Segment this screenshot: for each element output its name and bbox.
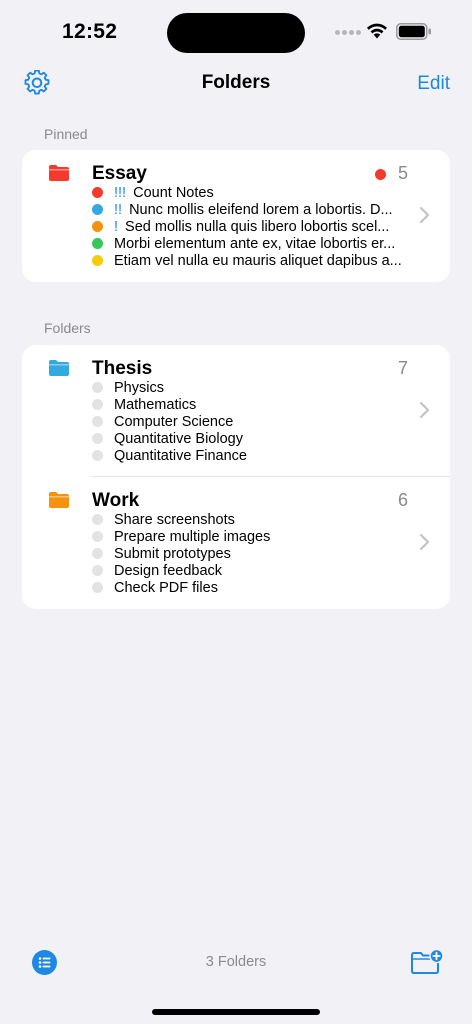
- note-title: Submit prototypes: [114, 545, 231, 562]
- status-time: 12:52: [62, 20, 118, 43]
- status-dot: [92, 221, 103, 232]
- section-header-pinned: Pinned: [44, 126, 88, 142]
- status-dot: [92, 514, 103, 525]
- note-title: Sed mollis nulla quis libero lobortis sc…: [125, 218, 390, 235]
- new-folder-icon[interactable]: [410, 948, 444, 976]
- folder-icon: [49, 492, 69, 508]
- note-title: Quantitative Biology: [114, 430, 243, 447]
- priority-marker: !: [114, 218, 119, 235]
- folders-card: Thesis 7 Physics Mathematics Computer Sc…: [22, 345, 450, 609]
- note-title: Nunc mollis eleifend lorem a lobortis. D…: [129, 201, 393, 218]
- status-dot: [92, 531, 103, 542]
- status-dot: [92, 548, 103, 559]
- list-item: ! Sed mollis nulla quis libero lobortis …: [92, 218, 408, 235]
- list-item: Share screenshots: [92, 511, 408, 528]
- list-item: Physics: [92, 379, 408, 396]
- note-list: Physics Mathematics Computer Science Qua…: [92, 379, 408, 464]
- status-dot: [92, 187, 103, 198]
- folder-count: 6: [397, 490, 408, 510]
- edit-button[interactable]: Edit: [417, 73, 450, 95]
- folder-row-thesis[interactable]: Thesis 7 Physics Mathematics Computer Sc…: [22, 345, 450, 477]
- pinned-card: Essay 5 !!! Count Notes !! Nunc mollis e…: [22, 150, 450, 282]
- page-title: Folders: [201, 72, 271, 93]
- status-dot: [92, 565, 103, 576]
- folder-name: Work: [92, 490, 140, 511]
- folder-row-essay[interactable]: Essay 5 !!! Count Notes !! Nunc mollis e…: [22, 150, 450, 282]
- note-title: Etiam vel nulla eu mauris aliquet dapibu…: [114, 252, 402, 269]
- status-dot: [92, 238, 103, 249]
- note-title: Check PDF files: [114, 579, 218, 596]
- list-item: Quantitative Biology: [92, 430, 408, 447]
- note-title: Quantitative Finance: [114, 447, 247, 464]
- folder-icon: [49, 360, 69, 376]
- folder-name: Essay: [92, 163, 147, 184]
- section-header-folders: Folders: [44, 320, 91, 336]
- flag-indicator: [375, 169, 386, 180]
- dynamic-island: [167, 13, 305, 53]
- cellular-signal-icon: [335, 30, 361, 35]
- folder-name: Thesis: [92, 358, 153, 379]
- chevron-right-icon: [419, 206, 430, 224]
- folder-icon: [49, 165, 69, 181]
- list-item: Prepare multiple images: [92, 528, 408, 545]
- list-item: Mathematics: [92, 396, 408, 413]
- note-title: Physics: [114, 379, 164, 396]
- priority-marker: !!!: [114, 184, 127, 201]
- note-title: Computer Science: [114, 413, 234, 430]
- folder-row-work[interactable]: Work 6 Share screenshots Prepare multipl…: [22, 477, 450, 609]
- folder-count: 5: [397, 163, 408, 183]
- list-item: Design feedback: [92, 562, 408, 579]
- note-title: Morbi elementum ante ex, vitae lobortis …: [114, 235, 396, 252]
- folder-count-label: 3 Folders: [205, 954, 267, 970]
- status-dot: [92, 416, 103, 427]
- note-title: Design feedback: [114, 562, 223, 579]
- status-dot: [92, 582, 103, 593]
- navigation-bar: Folders Edit: [0, 64, 472, 104]
- note-title: Prepare multiple images: [114, 528, 271, 545]
- status-dot: [92, 399, 103, 410]
- status-dot: [92, 382, 103, 393]
- chevron-right-icon: [419, 533, 430, 551]
- list-item: !!! Count Notes: [92, 184, 408, 201]
- status-dot: [92, 204, 103, 215]
- list-item: Quantitative Finance: [92, 447, 408, 464]
- note-title: Count Notes: [133, 184, 214, 201]
- folder-count: 7: [397, 358, 408, 378]
- battery-icon: [396, 23, 431, 40]
- chevron-right-icon: [419, 401, 430, 419]
- note-title: Share screenshots: [114, 511, 235, 528]
- home-indicator: [152, 1009, 320, 1015]
- status-bar: 12:52: [0, 0, 472, 64]
- note-list: !!! Count Notes !! Nunc mollis eleifend …: [92, 184, 408, 269]
- list-item: !! Nunc mollis eleifend lorem a lobortis…: [92, 201, 408, 218]
- wifi-icon: [367, 23, 387, 39]
- note-list: Share screenshots Prepare multiple image…: [92, 511, 408, 596]
- status-dot: [92, 433, 103, 444]
- status-dot: [92, 450, 103, 461]
- priority-marker: !!: [114, 201, 123, 218]
- status-dot: [92, 255, 103, 266]
- list-item: Morbi elementum ante ex, vitae lobortis …: [92, 235, 408, 252]
- list-item: Submit prototypes: [92, 545, 408, 562]
- list-item: Computer Science: [92, 413, 408, 430]
- list-item: Etiam vel nulla eu mauris aliquet dapibu…: [92, 252, 408, 269]
- list-item: Check PDF files: [92, 579, 408, 596]
- note-title: Mathematics: [114, 396, 197, 413]
